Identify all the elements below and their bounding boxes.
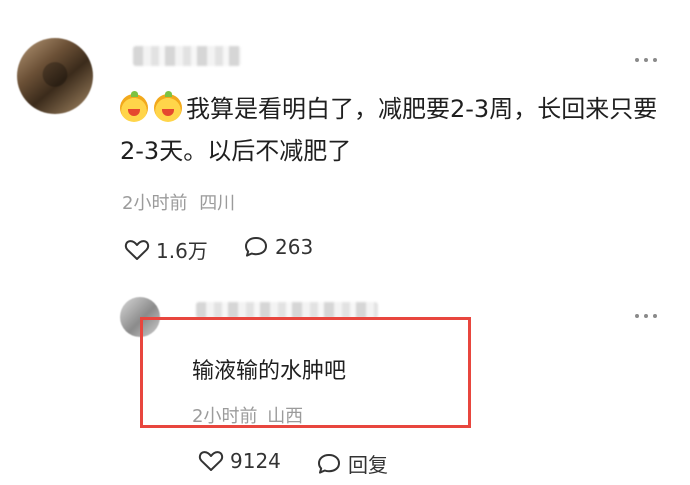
heart-icon <box>124 239 150 260</box>
comment-bubble-icon <box>245 237 267 257</box>
like-button[interactable]: 1.6万 <box>124 235 208 264</box>
reply-username-blurred[interactable] <box>196 302 378 318</box>
comment-meta: 2小时前 四川 <box>122 189 235 215</box>
reply-button[interactable]: 回复 <box>316 449 388 478</box>
like-count: 1.6万 <box>156 239 208 263</box>
reply-meta: 2小时前 山西 <box>192 402 303 428</box>
reply-time: 2小时前 <box>192 406 258 427</box>
comment-time: 2小时前 <box>122 193 188 214</box>
comment-body: 我算是看明白了，减肥要2-3周，长回来只要2-3天。以后不减肥了 <box>120 88 670 172</box>
reply-like-count: 9124 <box>230 449 281 473</box>
reply-count: 263 <box>275 235 314 259</box>
comment-text: 我算是看明白了，减肥要2-3周，长回来只要2-3天。以后不减肥了 <box>120 95 658 165</box>
username-blurred[interactable] <box>133 46 241 66</box>
avatar[interactable] <box>17 38 93 114</box>
emoji-icon <box>120 91 148 122</box>
emoji-icon <box>154 91 182 122</box>
heart-icon <box>198 451 224 471</box>
more-dots-icon[interactable] <box>635 314 657 318</box>
reply-text: 输液输的水肿吧 <box>192 359 347 384</box>
reply-count-button[interactable]: 263 <box>243 235 313 259</box>
more-dots-icon[interactable] <box>635 58 657 62</box>
reply-label: 回复 <box>348 453 388 477</box>
reply-location: 山西 <box>267 406 304 427</box>
comment-bubble-icon <box>318 453 340 474</box>
comment-location: 四川 <box>199 193 236 214</box>
reply-like-button[interactable]: 9124 <box>198 449 281 473</box>
